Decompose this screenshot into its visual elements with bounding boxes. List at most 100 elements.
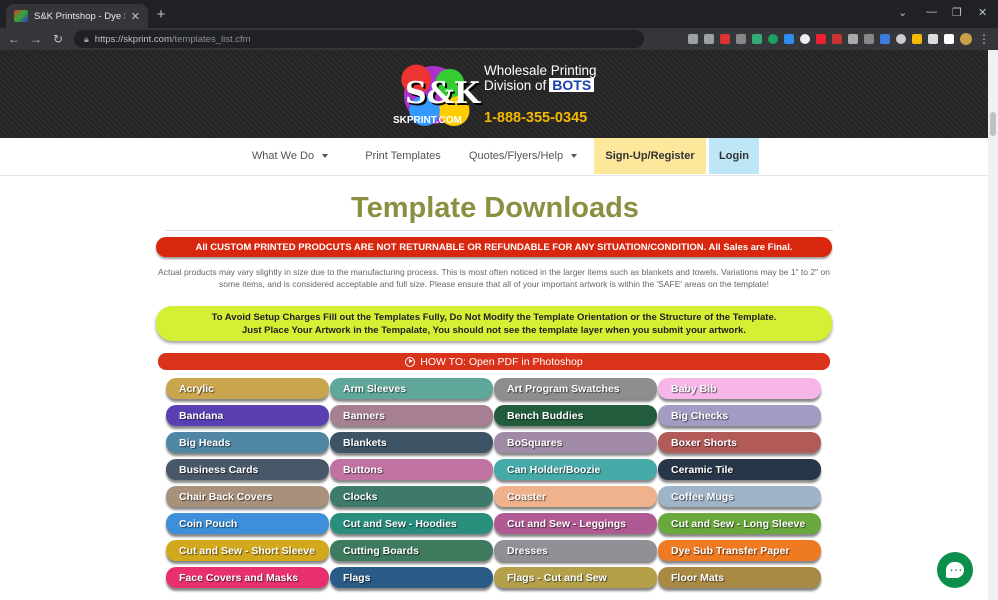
template-category-button[interactable]: Cut and Sew - Hoodies — [330, 513, 493, 534]
scrollbar-thumb[interactable] — [990, 112, 996, 136]
nav-quotes[interactable]: Quotes/Flyers/Help — [458, 138, 588, 174]
setup-charges-banner: To Avoid Setup Charges Fill out the Temp… — [156, 306, 832, 341]
logo-text[interactable]: S&K — [405, 76, 480, 111]
howto-pdf-button[interactable]: HOW TO: Open PDF in Photoshop — [158, 353, 830, 370]
lock-icon: 🔒︎ — [84, 33, 89, 44]
forward-icon[interactable]: → — [30, 32, 42, 46]
new-tab-icon[interactable]: + — [153, 6, 169, 23]
chat-bubble-icon — [946, 558, 964, 578]
chevron-down-icon — [571, 154, 578, 158]
template-category-button[interactable]: Buttons — [330, 459, 493, 480]
chevron-down-icon — [322, 154, 329, 158]
url-path: /templates_list.cfm — [171, 33, 251, 45]
template-category-button[interactable]: Art Program Swatches — [494, 378, 657, 399]
template-category-button[interactable]: Blankets — [330, 432, 493, 453]
avatar[interactable] — [960, 33, 972, 45]
template-category-button[interactable]: Flags - Cut and Sew — [494, 567, 657, 588]
sidepanel-icon[interactable] — [944, 34, 954, 44]
template-category-grid: Acrylic Arm Sleeves Art Program Swatches Ba… — [166, 378, 822, 588]
tagline-line2: Division of — [484, 78, 547, 93]
tagline-line1: Wholesale Printing — [484, 63, 597, 78]
template-category-button[interactable]: Arm Sleeves — [330, 378, 493, 399]
template-category-button[interactable]: Flags — [330, 567, 493, 588]
extension-icon[interactable] — [752, 34, 762, 44]
extension-icon[interactable] — [848, 34, 858, 44]
close-window-icon[interactable]: ✕ — [978, 6, 987, 19]
tagline: Wholesale Printing Division of BOTS — [484, 64, 597, 93]
nav-what-we-do[interactable]: What We Do — [240, 138, 340, 174]
template-category-button[interactable]: Big Checks — [658, 405, 821, 426]
template-category-button[interactable]: Bandana — [166, 405, 329, 426]
extension-icon[interactable] — [864, 34, 874, 44]
download-icon[interactable] — [784, 34, 794, 44]
setup-line-1: To Avoid Setup Charges Fill out the Temp… — [211, 311, 777, 323]
chat-button[interactable] — [937, 552, 973, 588]
template-category-button[interactable]: Dye Sub Transfer Paper — [658, 540, 821, 561]
template-category-button[interactable]: Cut and Sew - Long Sleeve — [658, 513, 821, 534]
url-host: https://skprint.com — [94, 33, 172, 45]
nav-print-templates[interactable]: Print Templates — [352, 138, 454, 174]
bookmark-star-icon[interactable] — [704, 34, 714, 44]
maximize-icon[interactable]: ❐ — [952, 6, 962, 19]
reload-icon[interactable]: ↻ — [52, 32, 64, 46]
extension-icon[interactable] — [832, 34, 842, 44]
template-category-button[interactable]: Ceramic Tile — [658, 459, 821, 480]
template-category-button[interactable]: Chair Back Covers — [166, 486, 329, 507]
template-category-button[interactable]: Boxer Shorts — [658, 432, 821, 453]
signup-button[interactable]: Sign-Up/Register — [594, 138, 706, 174]
template-category-button[interactable]: Coin Pouch — [166, 513, 329, 534]
template-category-button[interactable]: BoSquares — [494, 432, 657, 453]
template-category-button[interactable]: Cutting Boards — [330, 540, 493, 561]
address-bar: ← → ↻ 🔒︎ https://skprint.com/templates_l… — [0, 28, 998, 50]
main-nav: What We Do Print Templates Quotes/Flyers… — [0, 138, 998, 176]
browser-tab-bar: S&K Printshop - Dye Sublimation ✕ + ⌄ — … — [0, 0, 998, 28]
tab-search-icon[interactable]: ⌄ — [898, 6, 907, 19]
template-category-button[interactable]: Coaster — [494, 486, 657, 507]
no-refund-banner: All CUSTOM PRINTED PRODCUTS ARE NOT RETU… — [156, 237, 832, 257]
template-category-button[interactable]: Face Covers and Masks — [166, 567, 329, 588]
template-category-button[interactable]: Cut and Sew - Short Sleeve — [166, 540, 329, 561]
template-category-button[interactable]: Banners — [330, 405, 493, 426]
template-category-button[interactable]: Coffee Mugs — [658, 486, 821, 507]
menu-icon[interactable]: ⋮ — [978, 32, 990, 46]
share-icon[interactable] — [688, 34, 698, 44]
template-category-button[interactable]: Dresses — [494, 540, 657, 561]
main-content: Template Downloads All CUSTOM PRINTED PR… — [0, 176, 998, 588]
play-circle-icon — [405, 356, 416, 367]
omnibox[interactable]: 🔒︎ https://skprint.com/templates_list.cf… — [74, 30, 644, 48]
tab-title: S&K Printshop - Dye Sublimation — [34, 10, 125, 22]
template-category-button[interactable]: Cut and Sew - Leggings — [494, 513, 657, 534]
template-category-button[interactable]: Baby Bib — [658, 378, 821, 399]
template-category-button[interactable]: Floor Mats — [658, 567, 821, 588]
login-button[interactable]: Login — [709, 138, 759, 174]
extension-icon[interactable] — [912, 34, 922, 44]
divider — [165, 230, 833, 231]
gear-icon[interactable] — [896, 34, 906, 44]
puzzle-icon[interactable] — [928, 34, 938, 44]
template-category-button[interactable]: Can Holder/Boozie — [494, 459, 657, 480]
grammarly-icon[interactable] — [768, 34, 778, 44]
template-category-button[interactable]: Acrylic — [166, 378, 329, 399]
browser-tab[interactable]: S&K Printshop - Dye Sublimation ✕ — [6, 4, 148, 28]
scrollbar[interactable] — [988, 50, 998, 600]
template-category-button[interactable]: Business Cards — [166, 459, 329, 480]
template-category-button[interactable]: Bench Buddies — [494, 405, 657, 426]
site-header: S&K SKPRINT.COM Wholesale Printing Divis… — [0, 50, 998, 138]
page-title: Template Downloads — [351, 192, 639, 224]
setup-line-2: Just Place Your Artwork in the Tempalate… — [242, 324, 746, 336]
logo-url: SKPRINT.COM — [393, 115, 462, 126]
site-favicon-icon — [14, 10, 28, 22]
close-tab-icon[interactable]: ✕ — [131, 10, 140, 23]
extensions-toolbar: ⋮ — [688, 32, 990, 46]
extension-icon[interactable] — [816, 34, 826, 44]
extension-icon[interactable] — [800, 34, 810, 44]
pdf-extension-icon[interactable] — [720, 34, 730, 44]
template-category-button[interactable]: Clocks — [330, 486, 493, 507]
size-notice: Actual products may vary slightly in siz… — [158, 267, 830, 289]
minimize-icon[interactable]: — — [926, 6, 937, 18]
template-category-button[interactable]: Big Heads — [166, 432, 329, 453]
extension-icon[interactable] — [736, 34, 746, 44]
phone-number[interactable]: 1-888-355-0345 — [484, 110, 587, 126]
back-icon[interactable]: ← — [8, 32, 20, 46]
extension-icon[interactable] — [880, 34, 890, 44]
